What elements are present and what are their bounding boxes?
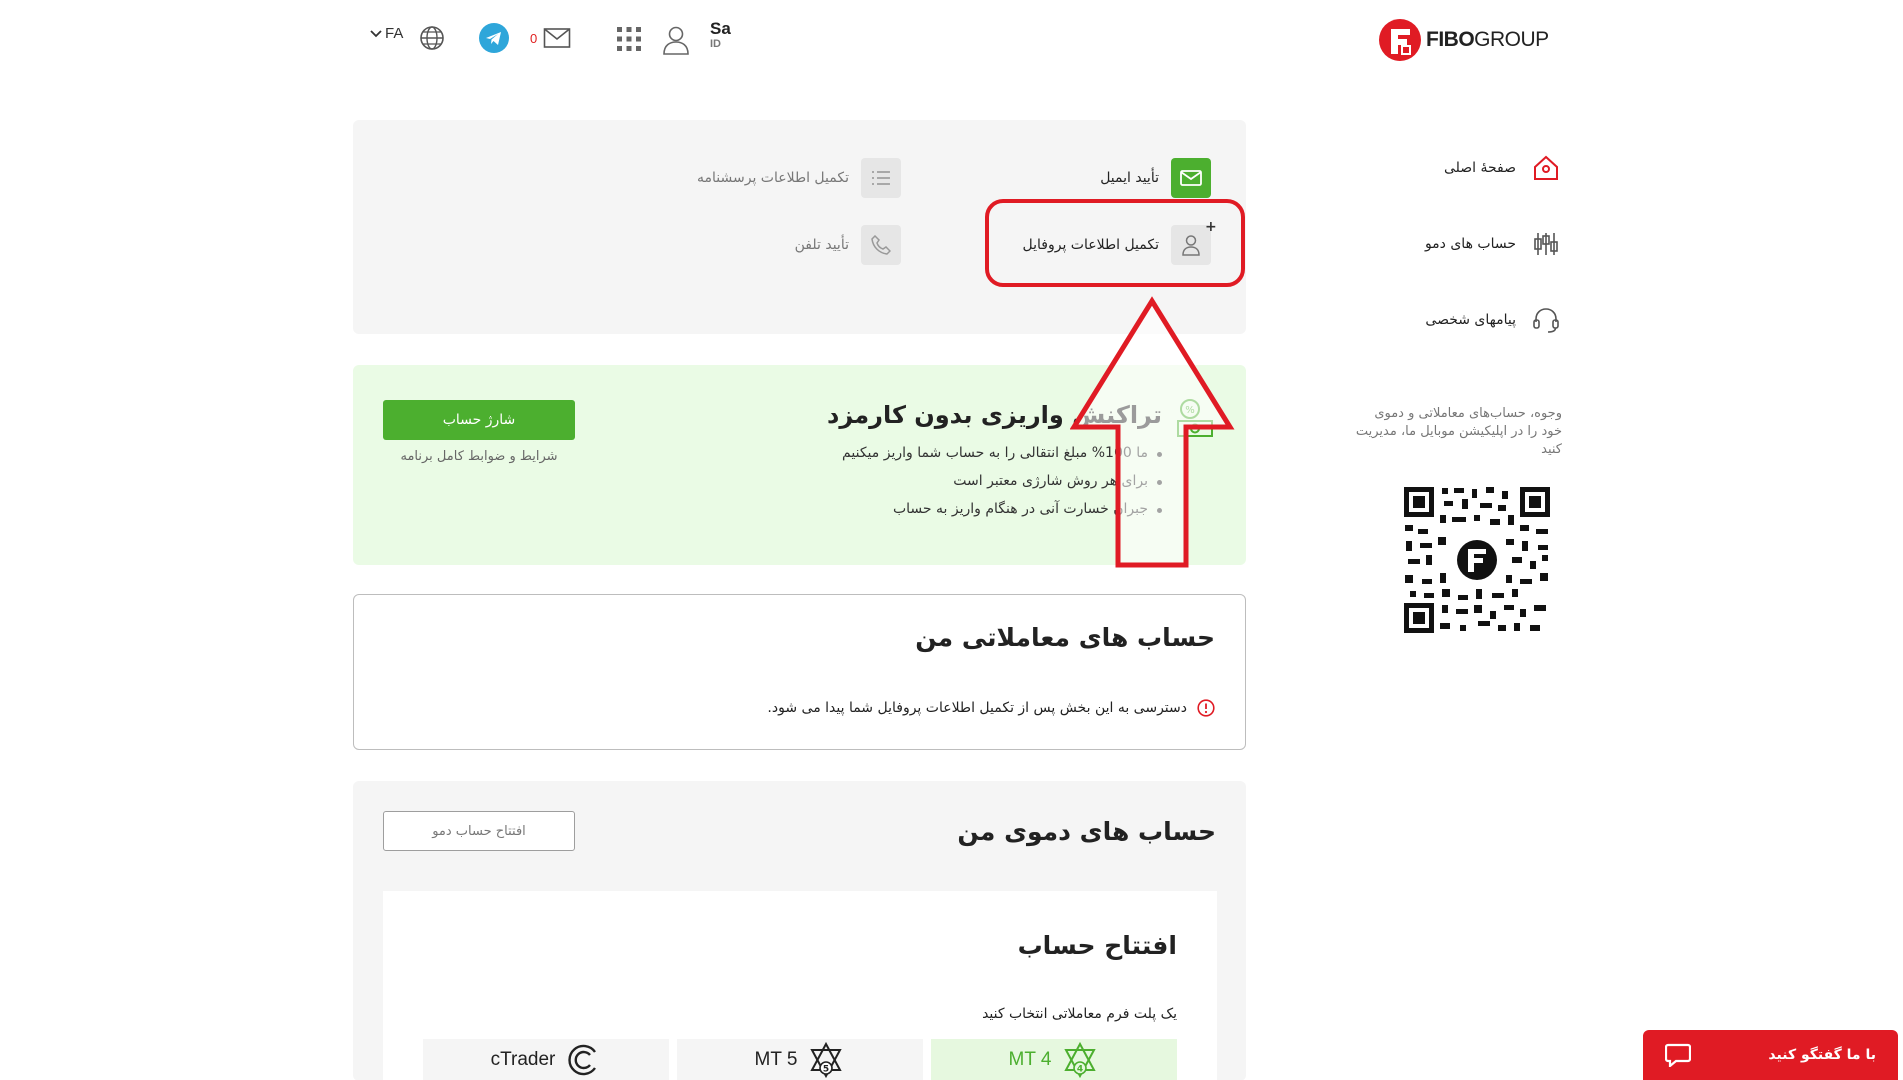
step-questionnaire-label: تکمیل اطلاعات پرسشنامه — [697, 170, 849, 186]
right-sidebar: صفحهٔ اصلی حساب های دمو پیامهای شخصی — [1350, 150, 1560, 378]
user-icon — [663, 26, 689, 55]
chevron-down-icon — [370, 29, 382, 37]
step-email-verify[interactable]: تأیید ایمیل — [1100, 158, 1211, 198]
step-questionnaire-icon-box — [861, 158, 901, 198]
grid-apps-icon — [617, 27, 641, 51]
phone-icon — [871, 235, 891, 255]
sidebar-item-label: صفحهٔ اصلی — [1443, 160, 1516, 176]
sidebar-item-demo-accounts[interactable]: حساب های دمو — [1350, 226, 1560, 262]
envelope-icon — [1180, 170, 1202, 186]
charge-account-button[interactable]: شارژ حساب — [383, 400, 575, 440]
step-questionnaire[interactable]: تکمیل اطلاعات پرسشنامه — [697, 158, 901, 198]
fibo-logo-icon — [1379, 19, 1421, 61]
fibogroup-logo[interactable]: FIBOGROUP — [1378, 18, 1549, 62]
step-phone-label: تأیید تلفن — [794, 237, 849, 253]
live-chat-button[interactable]: با ما گفتگو کنید — [1643, 1030, 1898, 1080]
globe-icon — [420, 26, 444, 50]
trading-access-notice: دسترسی به این بخش پس از تکمیل اطلاعات پر… — [767, 699, 1215, 717]
sidebar-item-label: پیامهای شخصی — [1425, 312, 1516, 328]
sidebar-item-label: حساب های دمو — [1424, 236, 1516, 252]
platform-selector: cTrader MT 5 5 MT 4 4 — [423, 1039, 1177, 1080]
home-icon — [1534, 155, 1558, 180]
open-account-title: افتتاح حساب — [1017, 931, 1177, 960]
chat-bubble-icon — [1665, 1043, 1691, 1067]
top-header: FA 0 Sa ID FIBOGROUP — [0, 0, 1903, 80]
qr-code-image — [1402, 485, 1552, 635]
demo-accounts-title: حساب های دموی من — [957, 817, 1216, 846]
apps-button[interactable] — [616, 26, 642, 52]
message-count-badge: 0 — [530, 30, 538, 46]
demo-accounts-section: حساب های دموی من افتتاح حساب دمو افتتاح … — [353, 781, 1246, 1080]
sidebar-item-home[interactable]: صفحهٔ اصلی — [1350, 150, 1560, 186]
mail-icon — [543, 28, 571, 48]
svg-text:4: 4 — [1077, 1065, 1083, 1075]
open-account-card: افتتاح حساب یک پلت فرم معاملاتی انتخاب ک… — [383, 891, 1217, 1080]
metatrader5-logo-icon: 5 — [810, 1041, 843, 1079]
headset-icon — [1533, 308, 1559, 333]
candlestick-icon — [1534, 233, 1558, 255]
promo-terms-link[interactable]: شرایط و ضوابط کامل برنامه — [383, 449, 575, 464]
list-icon — [872, 171, 890, 185]
notice-text: دسترسی به این بخش پس از تکمیل اطلاعات پر… — [767, 700, 1187, 716]
telegram-icon — [479, 23, 509, 53]
step-email-label: تأیید ایمیل — [1100, 170, 1159, 186]
user-info[interactable]: Sa ID — [710, 19, 731, 51]
user-id-label: ID — [710, 38, 721, 50]
svg-text:5: 5 — [823, 1065, 829, 1075]
ctrader-logo-icon — [568, 1044, 597, 1076]
platform-option-mt5[interactable]: MT 5 5 — [677, 1039, 923, 1080]
trading-accounts-section: حساب های معاملاتی من دسترسی به این بخش پ… — [353, 594, 1246, 750]
chat-label: با ما گفتگو کنید — [1768, 1047, 1876, 1063]
user-name: Sa — [710, 19, 731, 38]
step-email-icon-box — [1171, 158, 1211, 198]
platform-label: MT 5 — [754, 1049, 798, 1070]
globe-button[interactable] — [419, 25, 445, 51]
open-demo-account-button[interactable]: افتتاح حساب دمو — [383, 811, 575, 851]
step-phone-verify[interactable]: تأیید تلفن — [795, 225, 901, 265]
language-selector[interactable]: FA — [370, 25, 403, 42]
language-label: FA — [385, 25, 404, 42]
choose-platform-label: یک پلت فرم معاملاتی انتخاب کنید — [982, 1006, 1177, 1022]
mobile-app-note: وجوه، حساب‌های معاملاتی و دموی خود را در… — [1355, 406, 1562, 457]
profile-button[interactable] — [662, 25, 690, 55]
metatrader4-logo-icon: 4 — [1064, 1041, 1097, 1079]
platform-label: cTrader — [490, 1049, 556, 1070]
telegram-button[interactable] — [479, 23, 509, 53]
platform-option-mt4[interactable]: MT 4 4 — [931, 1039, 1177, 1080]
profile-step-highlight-annotation — [985, 199, 1245, 287]
platform-label: MT 4 — [1008, 1049, 1052, 1070]
brand-name: FIBOGROUP — [1426, 28, 1549, 51]
messages-button[interactable]: 0 — [530, 27, 571, 49]
sidebar-item-personal-messages[interactable]: پیامهای شخصی — [1350, 302, 1560, 338]
alert-circle-icon — [1197, 699, 1215, 717]
platform-option-ctrader[interactable]: cTrader — [423, 1039, 669, 1080]
trading-accounts-title: حساب های معاملاتی من — [915, 623, 1215, 652]
red-arrow-annotation — [1070, 296, 1235, 568]
step-phone-icon-box — [861, 225, 901, 265]
